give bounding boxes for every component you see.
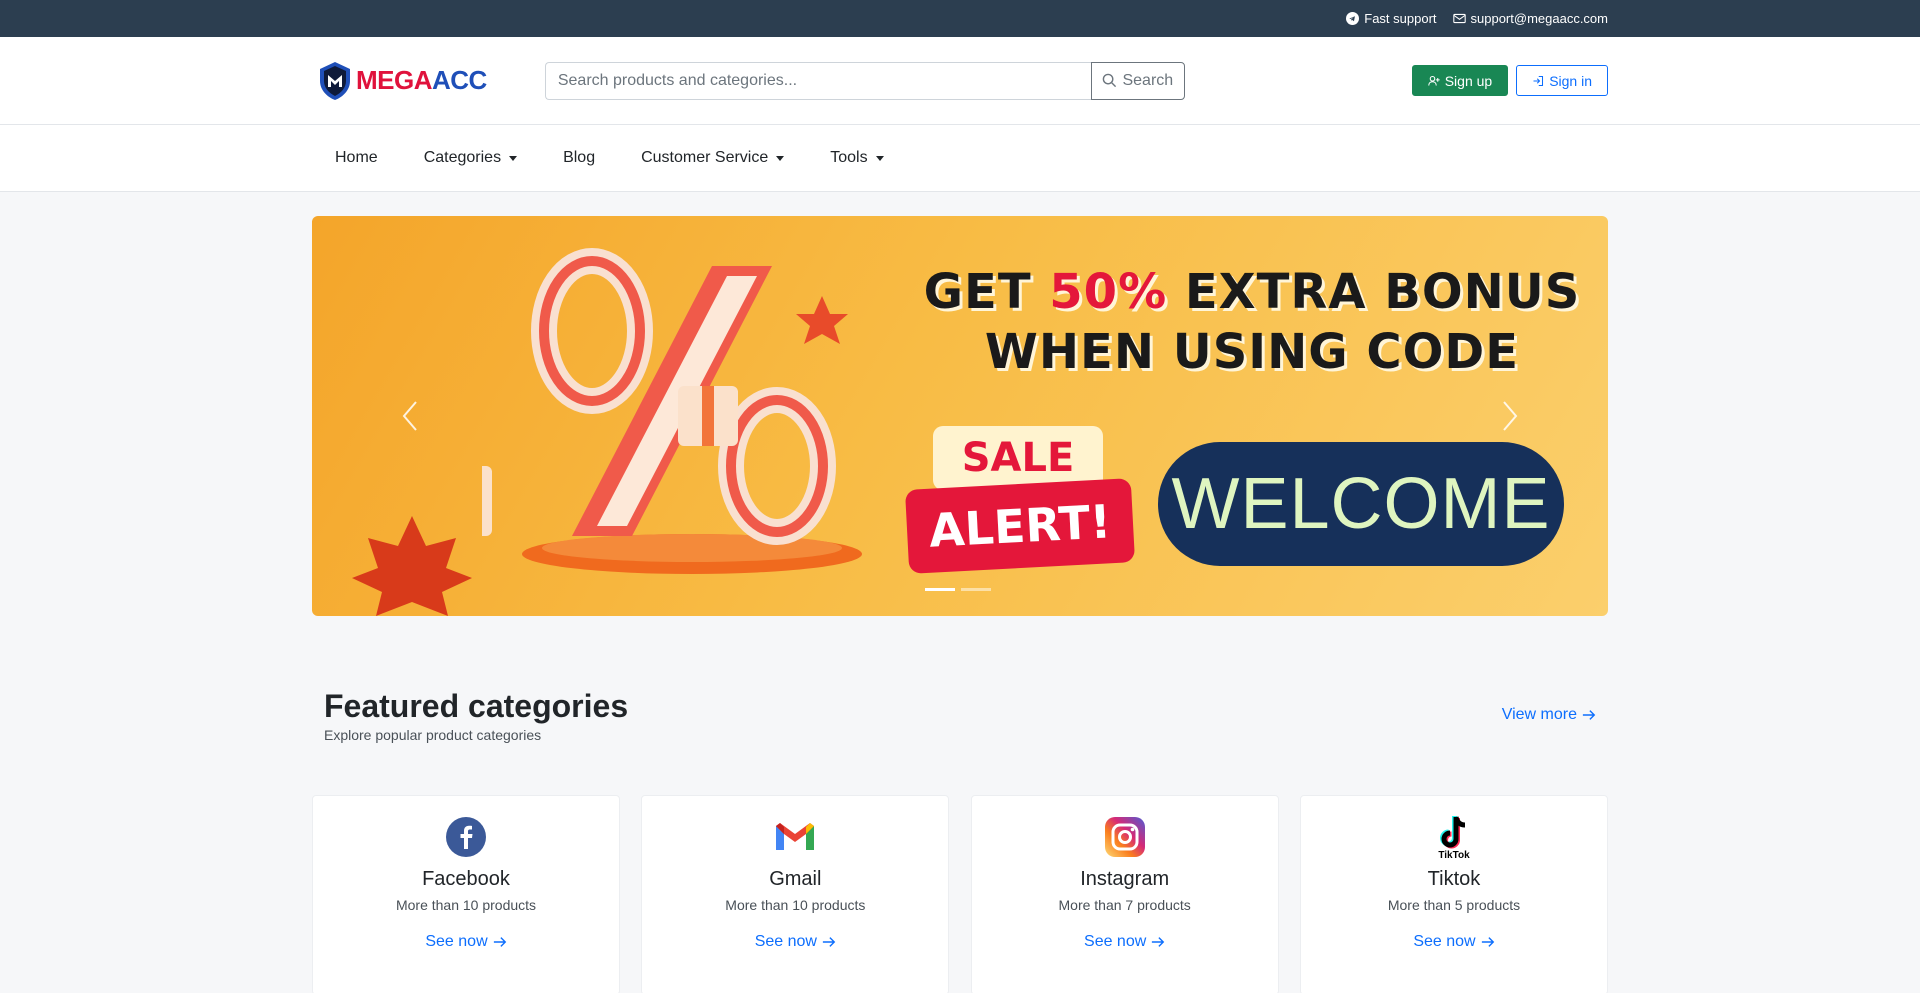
view-more-label: View more — [1501, 706, 1577, 723]
arrow-right-icon — [1582, 710, 1596, 720]
see-now-label: See now — [1413, 933, 1476, 950]
category-card-facebook[interactable]: Facebook More than 10 products See now — [312, 795, 620, 993]
promo-code-pill: WELCOME — [1158, 442, 1564, 566]
category-card-tiktok[interactable]: TikTok Tiktok More than 5 products See n… — [1299, 795, 1608, 993]
see-now-label: See now — [754, 933, 817, 950]
carousel-dot[interactable] — [925, 588, 955, 591]
nav-item-categories[interactable]: Categories — [401, 149, 540, 167]
see-now-link[interactable]: See now — [755, 933, 836, 951]
arrow-right-icon — [1481, 937, 1494, 947]
caret-down-icon — [509, 155, 518, 161]
auth-buttons: Sign up Sign in — [1411, 65, 1608, 96]
carousel-indicators — [925, 588, 991, 591]
arrow-right-icon — [1152, 937, 1165, 947]
site-logo[interactable]: MEGAACC — [318, 61, 487, 101]
instagram-icon — [1104, 816, 1146, 858]
svg-text:TikTok: TikTok — [1438, 850, 1470, 860]
tiktok-icon: TikTok — [1433, 816, 1475, 860]
top-info-bar: Fast support support@megaacc.com — [0, 0, 1920, 37]
caret-down-icon — [875, 155, 884, 161]
support-email: support@megaacc.com — [1470, 11, 1608, 26]
view-more-link[interactable]: View more — [1502, 706, 1596, 724]
category-cards: Facebook More than 10 products See now G… — [312, 795, 1608, 993]
gmail-icon — [774, 816, 816, 858]
category-count: More than 7 products — [1058, 897, 1191, 913]
promo-headline: GET 50% EXTRA BONUS WHEN USING CODE — [923, 264, 1581, 380]
sign-in-icon — [1533, 75, 1544, 86]
search-input[interactable] — [544, 61, 1091, 100]
see-now-link[interactable]: See now — [1084, 933, 1165, 951]
search-icon — [1103, 73, 1117, 88]
percent-sign-graphic — [482, 248, 862, 574]
alert-text: ALERT! — [904, 478, 1136, 574]
user-plus-icon — [1427, 75, 1440, 86]
facebook-icon — [445, 816, 487, 858]
nav-item-customer-service[interactable]: Customer Service — [618, 149, 807, 167]
section-title: Featured categories — [324, 688, 629, 724]
nav-label: Categories — [423, 149, 502, 166]
category-name: Gmail — [769, 868, 822, 890]
fast-support-label: Fast support — [1364, 11, 1437, 26]
arrow-right-icon — [822, 937, 836, 947]
carousel-next-icon[interactable] — [1498, 396, 1522, 436]
category-name: Facebook — [422, 868, 510, 890]
see-now-link[interactable]: See now — [1413, 933, 1494, 951]
nav-item-tools[interactable]: Tools — [807, 149, 906, 167]
promo-carousel[interactable]: GET 50% EXTRA BONUS WHEN USING CODE SALE… — [312, 216, 1608, 616]
category-card-gmail[interactable]: Gmail More than 10 products See now — [641, 795, 950, 993]
nav-label: Tools — [830, 149, 868, 166]
see-now-label: See now — [425, 933, 488, 950]
sign-in-button[interactable]: Sign in — [1516, 65, 1608, 96]
category-name: Instagram — [1080, 868, 1170, 890]
category-name: Tiktok — [1427, 868, 1481, 890]
search-button[interactable]: Search — [1090, 61, 1185, 100]
category-card-instagram[interactable]: Instagram More than 7 products See now — [970, 795, 1279, 993]
nav-label: Blog — [563, 149, 596, 166]
carousel-prev-icon[interactable] — [398, 396, 422, 436]
maple-leaf-graphic — [352, 516, 472, 616]
envelope-icon — [1452, 13, 1466, 24]
logo-text: MEGAACC — [356, 65, 487, 95]
see-now-label: See now — [1084, 933, 1147, 950]
sign-up-label: Sign up — [1444, 72, 1493, 89]
nav-item-home[interactable]: Home — [312, 149, 401, 167]
search-button-label: Search — [1122, 71, 1174, 89]
featured-categories-section: Featured categories Explore popular prod… — [312, 688, 1608, 743]
telegram-icon — [1346, 12, 1360, 25]
caret-down-icon — [776, 155, 785, 161]
category-count: More than 10 products — [395, 897, 537, 913]
sale-alert-badge: SALE ALERT! — [904, 426, 1136, 574]
nav-label: Customer Service — [641, 149, 769, 166]
sign-up-button[interactable]: Sign up — [1411, 65, 1509, 96]
sign-in-label: Sign in — [1549, 72, 1592, 89]
main-navigation: Home Categories Blog Customer Service To… — [0, 125, 1920, 192]
see-now-link[interactable]: See now — [425, 933, 506, 951]
fast-support-link[interactable]: Fast support — [1346, 11, 1437, 26]
site-header: MEGAACC Search Sign up Sign in — [0, 37, 1920, 125]
carousel-dot[interactable] — [961, 588, 991, 591]
arrow-right-icon — [493, 937, 506, 947]
section-subtitle: Explore popular product categories — [324, 727, 542, 743]
search-form: Search — [544, 61, 1185, 100]
category-count: More than 10 products — [725, 897, 866, 913]
megaacc-shield-logo-icon — [320, 61, 350, 100]
category-count: More than 5 products — [1387, 897, 1521, 913]
nav-label: Home — [335, 149, 378, 166]
support-email-link[interactable]: support@megaacc.com — [1452, 11, 1608, 26]
nav-item-blog[interactable]: Blog — [540, 149, 618, 167]
